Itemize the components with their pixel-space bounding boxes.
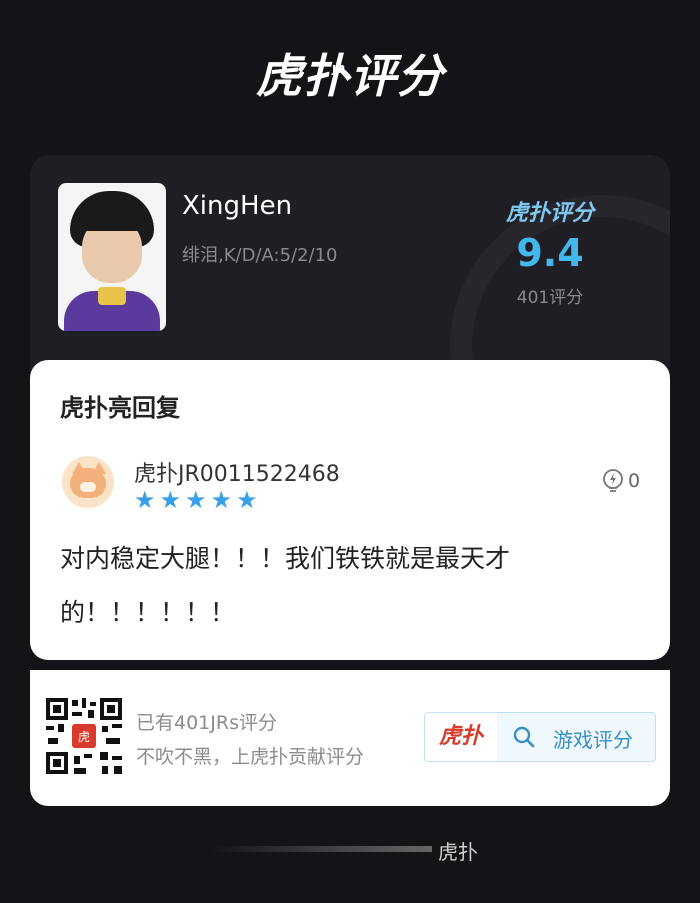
search-icon xyxy=(513,726,535,748)
footer-card: 虎 已有401JRs评分 不吹不黑，上虎扑贡献评分 虎扑 游戏评分 xyxy=(30,670,670,806)
score-box: 虎扑评分 9.4 401评分 xyxy=(490,195,610,308)
lightbulb-icon[interactable] xyxy=(600,468,626,494)
score-value: 9.4 xyxy=(516,231,584,275)
bottom-brand-text: 虎扑 xyxy=(438,840,478,864)
hupu-logo: 虎扑 xyxy=(425,713,497,761)
player-name: XingHen xyxy=(182,191,293,221)
game-rating-search-button[interactable]: 虎扑 游戏评分 xyxy=(424,712,656,762)
decorative-line xyxy=(210,846,432,852)
player-stats: 绯泪,K/D/A:5/2/10 xyxy=(182,245,338,266)
rating-slogan: 不吹不黑，上虎扑贡献评分 xyxy=(136,746,365,768)
star-icon: ★ xyxy=(210,486,233,514)
app-title: 虎扑评分 JR xyxy=(0,48,700,104)
rating-summary: 已有401JRs评分 xyxy=(136,712,277,734)
star-icon: ★ xyxy=(185,486,207,514)
comment-heading: 虎扑亮回复 xyxy=(60,394,180,422)
commenter-name[interactable]: 虎扑JR0011522468 xyxy=(134,456,340,488)
score-logo: 虎扑评分 xyxy=(505,201,594,226)
star-icon: ★ xyxy=(236,486,258,514)
bottom-brand: 虎扑 xyxy=(0,836,700,864)
star-icon: ★ xyxy=(134,486,156,514)
star-rating: ★ ★ ★ ★ ★ xyxy=(134,488,258,512)
like-count: 0 xyxy=(628,470,641,492)
comment-text: 对内稳定大腿！！！我们铁铁就是最天才的！！！！！！ xyxy=(60,544,511,627)
svg-text:虎: 虎 xyxy=(78,730,90,744)
star-icon: ★ xyxy=(159,486,182,514)
search-label: 游戏评分 xyxy=(553,728,633,752)
rating-count: 401评分 xyxy=(516,288,584,308)
comment-card: 虎扑亮回复 虎扑JR0011522468 ★ ★ ★ ★ ★ 0 对内稳定大腿！… xyxy=(30,360,670,660)
app-title-badge: JR xyxy=(332,63,347,76)
app-title-text: 虎扑评分 xyxy=(256,49,444,103)
player-card: XingHen 绯泪,K/D/A:5/2/10 虎扑评分 9.4 401评分 xyxy=(30,155,670,395)
qr-code-icon: 虎 xyxy=(44,696,124,776)
player-avatar xyxy=(58,183,166,331)
commenter-avatar[interactable] xyxy=(62,456,114,508)
